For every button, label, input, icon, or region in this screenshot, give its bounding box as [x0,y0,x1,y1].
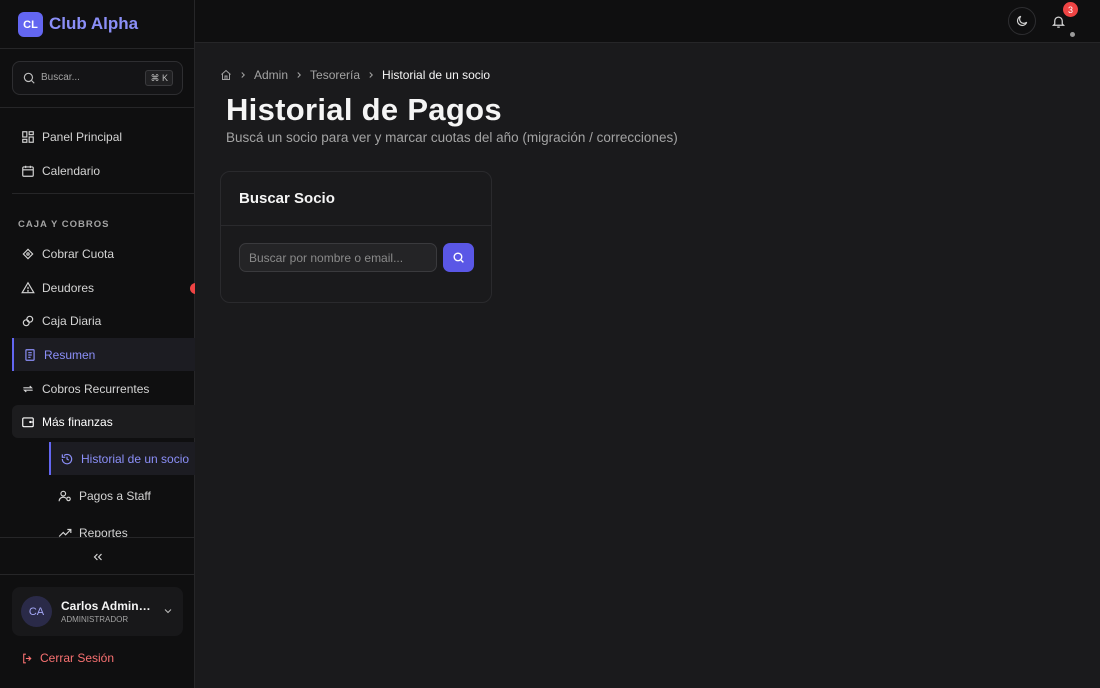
sidebar-subitem-pagos-staff[interactable]: Pagos a Staff [49,479,195,512]
collapse-sidebar-button[interactable] [0,537,195,575]
sidebar-item-cobrar-cuota[interactable]: Cobrar Cuota [12,237,195,270]
sidebar-item-caja-diaria[interactable]: Caja Diaria [12,304,195,337]
sidebar-group-mas-finanzas[interactable]: Más finanzas [12,405,195,438]
search-icon [23,72,35,84]
logout-icon [23,653,32,663]
user-pay-icon [58,490,71,501]
breadcrumb-tesoreria[interactable]: Tesorería [310,68,360,82]
wallet-icon [22,248,34,259]
moon-icon [1017,15,1028,26]
sidebar-item-label: Historial de un socio [81,451,190,466]
sidebar-item-deudores[interactable]: Deudores [12,271,195,304]
dashboard-icon [22,130,34,143]
search-icon [453,252,464,263]
sidebar-item-cobros-recurrentes[interactable]: Cobros Recurrentes [12,372,195,405]
breadcrumb-current: Historial de un socio [382,68,491,82]
sidebar-search[interactable]: Buscar... ⌘ K [12,61,183,95]
sidebar-item-label: Panel Principal [42,129,123,144]
member-search-input[interactable] [239,243,437,272]
deudores-badge [190,283,195,294]
page-subtitle: Buscá un socio para ver y marcar cuotas … [226,130,678,145]
repeat-icon [23,385,33,392]
theme-toggle-button[interactable] [1008,7,1036,35]
avatar: CA [21,596,52,627]
user-menu[interactable]: CA Carlos Administrador ADMINISTRADOR [12,587,183,636]
sidebar-item-label: Caja Diaria [42,313,102,328]
sidebar-item-label: Resumen [44,347,96,362]
coins-icon [22,315,34,326]
brand-logo: CL [18,12,43,37]
calendar-icon [22,165,34,177]
user-role: ADMINISTRADOR [61,615,129,624]
sidebar-item-label: Más finanzas [42,414,113,429]
card-divider [221,225,491,226]
member-search-button[interactable] [443,243,474,272]
sidebar-item-label: Calendario [42,163,101,178]
home-icon[interactable] [220,69,232,81]
bell-icon [1051,16,1065,28]
notification-count-badge: 3 [1063,2,1078,17]
card-title: Buscar Socio [239,190,335,207]
page-title: Historial de Pagos [226,92,502,127]
breadcrumb: Admin Tesorería Historial de un socio [220,67,490,83]
sidebar: CL Club Alpha Buscar... ⌘ K Panel Princi… [0,0,195,688]
shortcut-hint: ⌘ K [145,70,173,86]
sidebar-item-label: Cobros Recurrentes [42,381,150,396]
brand[interactable]: CL Club Alpha [0,0,195,49]
logout-button[interactable]: Cerrar Sesión [21,651,114,665]
chevron-right-icon [297,72,302,78]
sidebar-search-section: Buscar... ⌘ K [0,49,195,108]
sidebar-item-label: Pagos a Staff [79,488,151,503]
breadcrumb-admin[interactable]: Admin [254,68,288,82]
chevron-down-icon [164,609,172,614]
search-member-card: Buscar Socio [220,171,492,303]
sidebar-search-placeholder: Buscar... [41,72,80,83]
app-root: CL Club Alpha Buscar... ⌘ K Panel Princi… [0,0,1100,688]
brand-name: Club Alpha [49,14,139,33]
sidebar-item-label: Deudores [42,280,95,295]
user-name: Carlos Administrador [61,599,153,613]
chevrons-left-icon [93,553,102,561]
sidebar-item-label: Cobrar Cuota [42,246,115,261]
sidebar-item-calendario[interactable]: Calendario [12,154,195,187]
folder-icon [22,416,34,427]
alert-icon [21,281,35,293]
chevron-right-icon [369,72,374,78]
logout-label: Cerrar Sesión [40,651,115,665]
sidebar-subitem-reportes[interactable]: Reportes [49,516,195,538]
sidebar-subitem-historial[interactable]: Historial de un socio [49,442,195,475]
sidebar-nav: Panel Principal Calendario CAJA Y COBROS… [0,108,195,538]
chevron-right-icon [241,72,245,78]
sidebar-item-resumen[interactable]: Resumen [12,338,195,371]
receipt-icon [25,348,35,361]
history-icon [61,453,73,464]
nav-divider [12,193,195,194]
section-label: CAJA Y COBROS [18,219,110,230]
topbar: 3 [195,0,1100,43]
status-dot [1070,32,1075,37]
sidebar-item-panel-principal[interactable]: Panel Principal [12,120,195,153]
